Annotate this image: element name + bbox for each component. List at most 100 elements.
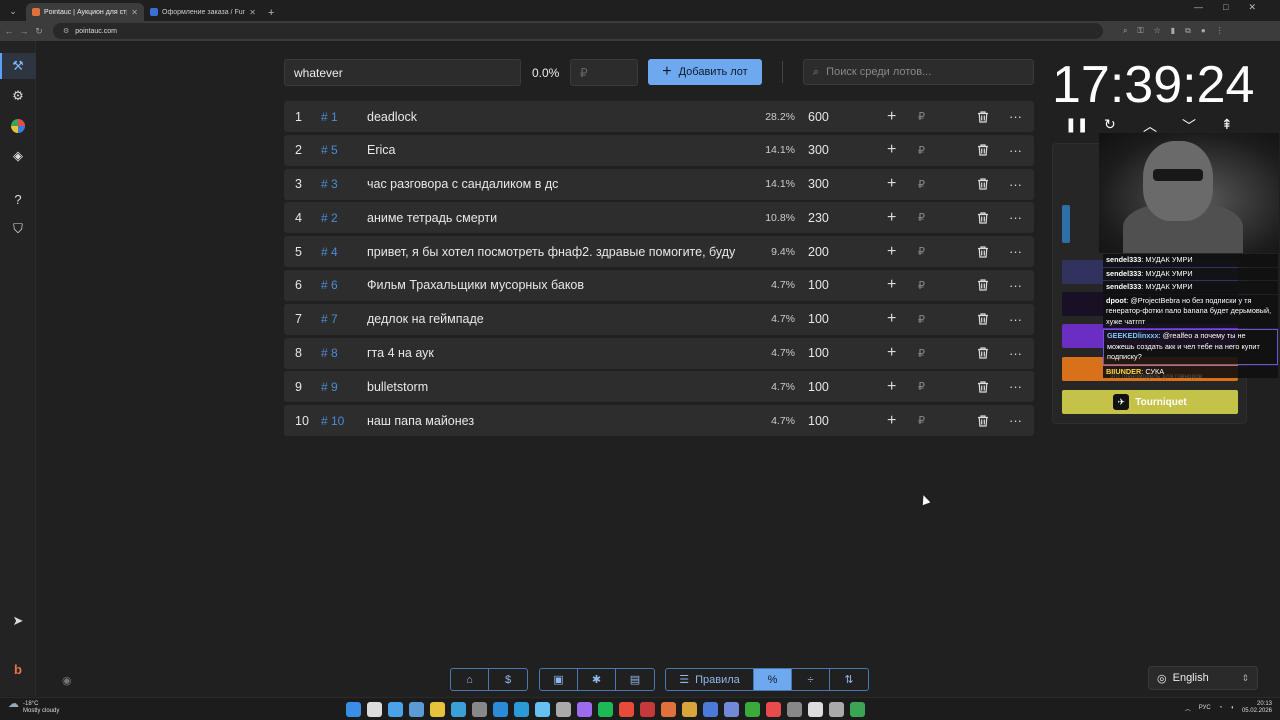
browser-tab-pointauc[interactable]: Pointauc | Аукцион для стрим... ✕ bbox=[26, 3, 144, 21]
add-amount-icon[interactable]: + bbox=[887, 175, 896, 193]
add-amount-icon[interactable]: + bbox=[887, 276, 896, 294]
more-options-icon[interactable]: ··· bbox=[1009, 413, 1022, 428]
lot-name[interactable]: Фильм Трахальщики мусорных баков bbox=[367, 278, 747, 292]
taskbar-app-icon[interactable] bbox=[682, 702, 697, 717]
help-icon[interactable]: ? bbox=[8, 189, 28, 209]
taskbar-app-icon[interactable] bbox=[556, 702, 571, 717]
taskbar-app-icon[interactable] bbox=[472, 702, 487, 717]
trash-icon[interactable] bbox=[976, 143, 990, 157]
add-amount-icon[interactable]: + bbox=[887, 412, 896, 430]
ruble-input-icon[interactable]: ₽ bbox=[918, 414, 925, 427]
taskbar-app-icon[interactable] bbox=[388, 702, 403, 717]
lot-name[interactable]: час разговора с сандаликом в дс bbox=[367, 177, 747, 191]
password-icon[interactable]: ⚿ bbox=[1137, 26, 1143, 36]
lot-name[interactable]: гта 4 на аук bbox=[367, 346, 747, 360]
add-amount-icon[interactable]: + bbox=[887, 243, 896, 261]
auction-hammer-icon[interactable]: ⚒ bbox=[8, 56, 28, 76]
ruble-input-icon[interactable]: ₽ bbox=[918, 347, 925, 360]
amount-input[interactable]: ₽ bbox=[570, 59, 638, 86]
lot-row[interactable]: 7 # 7 дедлок на геймпаде 4.7% 100 + ₽ ··… bbox=[284, 303, 1034, 335]
reload-icon[interactable]: ↻ bbox=[33, 26, 45, 37]
wheel-pie-icon[interactable] bbox=[8, 116, 28, 136]
layers-icon[interactable]: ◈ bbox=[8, 146, 28, 166]
lot-name[interactable]: привет, я бы хотел посмотреть фнаф2. здр… bbox=[367, 245, 747, 259]
more-options-icon[interactable]: ··· bbox=[1009, 143, 1022, 158]
sort-icon[interactable]: ⇅ bbox=[830, 669, 868, 690]
taskbar-app-icon[interactable] bbox=[703, 702, 718, 717]
tourniquet-button[interactable]: ✈ Tourniquet bbox=[1062, 390, 1238, 414]
more-options-icon[interactable]: ··· bbox=[1009, 244, 1022, 259]
lot-row[interactable]: 6 # 6 Фильм Трахальщики мусорных баков 4… bbox=[284, 269, 1034, 301]
weather-widget[interactable]: ☁ -18°C Mostly cloudy bbox=[8, 699, 59, 715]
lot-name[interactable]: bulletstorm bbox=[367, 380, 747, 394]
lot-search-input[interactable]: ⌕ Поиск среди лотов... bbox=[803, 59, 1034, 85]
close-tab-icon[interactable]: ✕ bbox=[249, 8, 256, 17]
reset-timer-icon[interactable]: ↻ bbox=[1104, 116, 1116, 133]
trash-icon[interactable] bbox=[976, 278, 990, 292]
lot-name[interactable]: аниме тетрадь смерти bbox=[367, 211, 747, 225]
lot-row[interactable]: 2 # 5 Erica 14.1% 300 + ₽ ··· bbox=[284, 134, 1034, 166]
translate-icon[interactable]: ⌕ bbox=[1123, 26, 1127, 36]
tray-chevron-icon[interactable]: ︿ bbox=[1185, 704, 1191, 713]
percent-toggle[interactable]: % bbox=[754, 669, 792, 690]
lot-amount[interactable]: 100 bbox=[808, 380, 829, 394]
taskbar-app-icon[interactable] bbox=[409, 702, 424, 717]
save-icon[interactable]: ▣ bbox=[540, 669, 578, 690]
trash-icon[interactable] bbox=[976, 245, 990, 259]
ruble-input-icon[interactable]: ₽ bbox=[918, 279, 925, 292]
lot-row[interactable]: 10 # 10 наш папа майонез 4.7% 100 + ₽ ··… bbox=[284, 405, 1034, 437]
trash-icon[interactable] bbox=[976, 211, 990, 225]
integration-button-1[interactable] bbox=[1062, 205, 1070, 243]
taskbar-app-icon[interactable] bbox=[535, 702, 550, 717]
telegram-icon[interactable]: ➤ bbox=[8, 611, 28, 631]
taskbar-app-icon[interactable] bbox=[745, 702, 760, 717]
taskbar-app-icon[interactable] bbox=[829, 702, 844, 717]
bookmark-star-icon[interactable]: ☆ bbox=[1154, 26, 1161, 36]
taskbar-app-icon[interactable] bbox=[766, 702, 781, 717]
url-field[interactable]: ⚙ pointauc.com bbox=[53, 23, 1103, 39]
lot-amount[interactable]: 300 bbox=[808, 143, 829, 157]
taskbar-app-icon[interactable] bbox=[640, 702, 655, 717]
lot-amount[interactable]: 230 bbox=[808, 211, 829, 225]
lot-amount[interactable]: 100 bbox=[808, 278, 829, 292]
minimize-icon[interactable]: — bbox=[1194, 2, 1203, 13]
lot-amount[interactable]: 100 bbox=[808, 414, 829, 428]
lot-name[interactable]: deadlock bbox=[367, 110, 747, 124]
new-tab-icon[interactable]: + bbox=[268, 7, 274, 19]
add-lot-button[interactable]: + Добавить лот bbox=[648, 59, 762, 85]
lot-row[interactable]: 8 # 8 гта 4 на аук 4.7% 100 + ₽ ··· bbox=[284, 337, 1034, 369]
input-language[interactable]: РУС bbox=[1199, 705, 1211, 711]
taskbar-app-icon[interactable] bbox=[598, 702, 613, 717]
trash-icon[interactable] bbox=[976, 177, 990, 191]
more-options-icon[interactable]: ··· bbox=[1009, 210, 1022, 225]
back-icon[interactable]: ← bbox=[3, 26, 15, 36]
more-options-icon[interactable]: ··· bbox=[1009, 312, 1022, 327]
shield-icon[interactable]: ⛉ bbox=[8, 219, 28, 239]
trash-icon[interactable] bbox=[976, 346, 990, 360]
forward-icon[interactable]: → bbox=[18, 26, 30, 36]
extensions-puzzle-icon[interactable]: ⧉ bbox=[1185, 26, 1191, 36]
volume-icon[interactable]: ◖ bbox=[1230, 705, 1234, 711]
lot-row[interactable]: 9 # 9 bulletstorm 4.7% 100 + ₽ ··· bbox=[284, 371, 1034, 403]
lot-row[interactable]: 1 # 1 deadlock 28.2% 600 + ₽ ··· bbox=[284, 101, 1034, 132]
taskbar-app-icon[interactable] bbox=[367, 702, 382, 717]
lot-row[interactable]: 4 # 2 аниме тетрадь смерти 10.8% 230 + ₽… bbox=[284, 202, 1034, 234]
browser-tab-funpay[interactable]: Оформление заказа / FunPay ✕ bbox=[144, 3, 262, 21]
lot-name[interactable]: наш папа майонез bbox=[367, 414, 747, 428]
trash-icon[interactable] bbox=[976, 110, 990, 124]
boosty-icon[interactable]: b bbox=[8, 659, 28, 679]
donate-dollar-icon[interactable]: $ bbox=[489, 669, 527, 690]
system-clock[interactable]: 20:13 05.02.2026 bbox=[1242, 701, 1272, 715]
extension-icon[interactable]: ▮ bbox=[1171, 26, 1175, 36]
trash-icon[interactable] bbox=[976, 312, 990, 326]
eye-icon[interactable]: ◉ bbox=[62, 674, 72, 687]
trash-icon[interactable] bbox=[976, 414, 990, 428]
lot-amount[interactable]: 300 bbox=[808, 177, 829, 191]
lot-amount[interactable]: 600 bbox=[808, 110, 829, 124]
taskbar-app-icon[interactable] bbox=[577, 702, 592, 717]
timer-double-up-icon[interactable]: ⇞ bbox=[1221, 116, 1233, 133]
taskbar-app-icon[interactable] bbox=[493, 702, 508, 717]
trash-icon[interactable] bbox=[976, 380, 990, 394]
ruble-input-icon[interactable]: ₽ bbox=[918, 245, 925, 258]
taskbar-app-icon[interactable] bbox=[724, 702, 739, 717]
